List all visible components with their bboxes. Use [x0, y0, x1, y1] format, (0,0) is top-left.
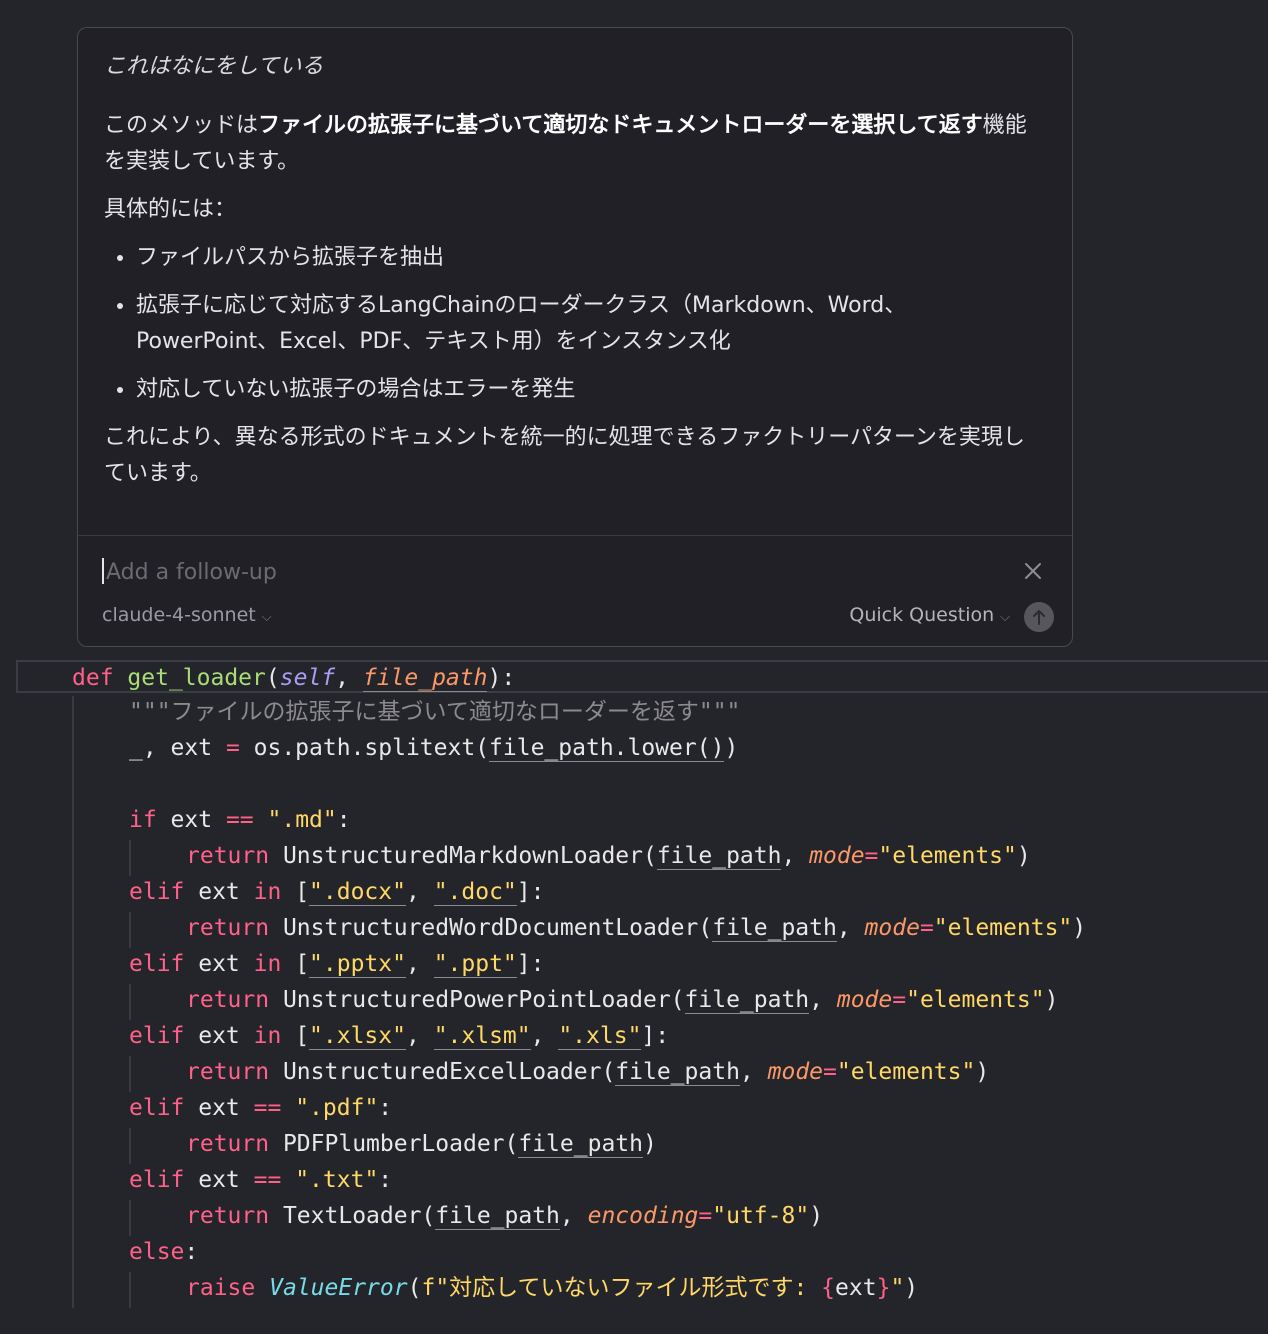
mode-selector[interactable]: Quick Question ⌵ [849, 604, 1010, 626]
list-item: 対応していない拡張子の場合はエラーを発生 [136, 372, 1044, 408]
code-line: return UnstructuredMarkdownLoader(file_p… [186, 843, 1031, 870]
code-line: elif ext in [".xlsx", ".xlsm", ".xls"]: [129, 1023, 670, 1050]
code-line: return UnstructuredPowerPointLoader(file… [186, 987, 1059, 1014]
code-line: elif ext == ".txt": [129, 1167, 393, 1193]
indent-guide [129, 1200, 131, 1236]
code-line: return UnstructuredExcelLoader(file_path… [186, 1059, 990, 1086]
answer-paragraph-2: 具体的には： [104, 197, 237, 222]
code-line: return TextLoader(file_path, encoding="u… [186, 1203, 824, 1230]
assistant-answer: このメソッドはファイルの拡張子に基づいて適切なドキュメントローダーを選択して返す… [104, 108, 1044, 492]
code-editor[interactable]: def get_loader(self, file_path): """ファイル… [0, 660, 1268, 1334]
code-line: return PDFPlumberLoader(file_path) [186, 1131, 657, 1158]
code-line: else: [129, 1239, 199, 1265]
follow-up-row [102, 552, 1052, 592]
answer-text: このメソッドは [104, 113, 259, 138]
indent-guide [129, 1272, 131, 1308]
model-name: claude-4-sonnet [102, 604, 256, 626]
indent-guide [129, 1128, 131, 1164]
code-line: def get_loader(self, file_path): [72, 665, 516, 692]
inline-chat-panel: これはなにをしている このメソッドはファイルの拡張子に基づいて適切なドキュメント… [77, 27, 1073, 647]
indent-guide [129, 840, 131, 876]
code-line: elif ext in [".pptx", ".ppt"]: [129, 951, 545, 978]
code-line: """ファイルの拡張子に基づいて適切なローダーを返す""" [129, 699, 741, 725]
answer-paragraph-3: これにより、異なる形式のドキュメントを統一的に処理できるファクトリーパターンを実… [104, 425, 1025, 486]
send-button[interactable] [1024, 602, 1054, 632]
indent-guide [72, 696, 74, 1308]
code-line: if ext == ".md": [129, 807, 351, 833]
model-selector[interactable]: claude-4-sonnet ⌵ [102, 604, 272, 626]
close-icon[interactable] [1022, 560, 1044, 582]
mode-name: Quick Question [849, 604, 995, 626]
user-question: これはなにをしている [104, 54, 324, 79]
answer-paragraph-1: このメソッドはファイルの拡張子に基づいて適切なドキュメントローダーを選択して返す… [104, 108, 1044, 180]
indent-guide [129, 1056, 131, 1092]
code-line: elif ext == ".pdf": [129, 1095, 393, 1121]
divider [78, 535, 1072, 536]
answer-bullet-list: ファイルパスから拡張子を抽出 拡張子に応じて対応するLangChainのローダー… [104, 240, 1044, 408]
follow-up-input[interactable] [104, 552, 988, 592]
list-item: ファイルパスから拡張子を抽出 [136, 240, 1044, 276]
code-line: return UnstructuredWordDocumentLoader(fi… [186, 915, 1087, 942]
chevron-down-icon: ⌵ [261, 610, 272, 625]
indent-guide [129, 912, 131, 948]
code-line: raise ValueError(f"対応していないファイル形式です: {ext… [186, 1275, 919, 1301]
answer-bold-text: ファイルの拡張子に基づいて適切なドキュメントローダーを選択して返す [258, 113, 983, 138]
list-item: 拡張子に応じて対応するLangChainのローダークラス（Markdown、Wo… [136, 288, 1044, 360]
chevron-down-icon: ⌵ [1000, 610, 1010, 625]
indent-guide [129, 984, 131, 1020]
code-line: _, ext = os.path.splitext(file_path.lowe… [129, 735, 739, 762]
code-line: elif ext in [".docx", ".doc"]: [129, 879, 545, 906]
